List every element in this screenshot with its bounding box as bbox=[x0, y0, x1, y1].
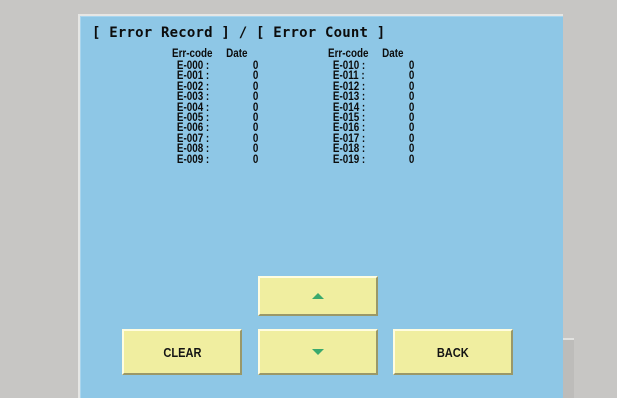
error-count: 0 bbox=[252, 89, 259, 104]
error-count: 0 bbox=[408, 120, 415, 135]
error-table-right: Err-code Date E-010 :0 E-011 :0 E-012 :0 … bbox=[328, 46, 420, 166]
error-count: 0 bbox=[408, 130, 415, 145]
column-header-date: Date bbox=[226, 46, 248, 60]
error-count: 0 bbox=[252, 130, 259, 145]
error-table-left: Err-code Date E-000 :0 E-001 :0 E-002 :0 … bbox=[172, 46, 264, 166]
table-row: E-009 : 0 bbox=[172, 151, 264, 166]
error-count: 0 bbox=[408, 68, 415, 83]
page-title: [ Error Record ] / [ Error Count ] bbox=[92, 25, 386, 41]
error-count: 0 bbox=[252, 78, 259, 93]
error-count: 0 bbox=[408, 141, 415, 156]
error-code: E-009 : bbox=[176, 151, 210, 166]
error-count: 0 bbox=[408, 109, 415, 124]
table-row: E-019 : 0 bbox=[328, 151, 420, 166]
scroll-down-button[interactable] bbox=[258, 329, 378, 375]
error-count: 0 bbox=[252, 109, 259, 124]
error-count: 0 bbox=[408, 89, 415, 104]
column-header-date: Date bbox=[382, 46, 404, 60]
error-count: 0 bbox=[408, 78, 415, 93]
error-count: 0 bbox=[252, 151, 259, 166]
error-count: 0 bbox=[252, 68, 259, 83]
error-count: 0 bbox=[252, 99, 259, 114]
hmi-screen: [ Error Record ] / [ Error Count ] Err-c… bbox=[78, 14, 563, 398]
error-count: 0 bbox=[408, 58, 415, 72]
arrow-down-icon bbox=[312, 349, 324, 355]
clear-button[interactable]: CLEAR bbox=[122, 329, 242, 375]
error-count: 0 bbox=[252, 120, 259, 135]
back-button-label: BACK bbox=[437, 344, 469, 360]
scroll-up-button[interactable] bbox=[258, 276, 378, 316]
back-button[interactable]: BACK bbox=[393, 329, 513, 375]
error-count: 0 bbox=[408, 99, 415, 114]
error-code: E-019 : bbox=[332, 151, 366, 166]
error-count: 0 bbox=[252, 141, 259, 156]
error-count: 0 bbox=[408, 151, 415, 166]
arrow-up-icon bbox=[312, 293, 324, 299]
error-count: 0 bbox=[252, 58, 259, 72]
clear-button-label: CLEAR bbox=[162, 344, 202, 360]
